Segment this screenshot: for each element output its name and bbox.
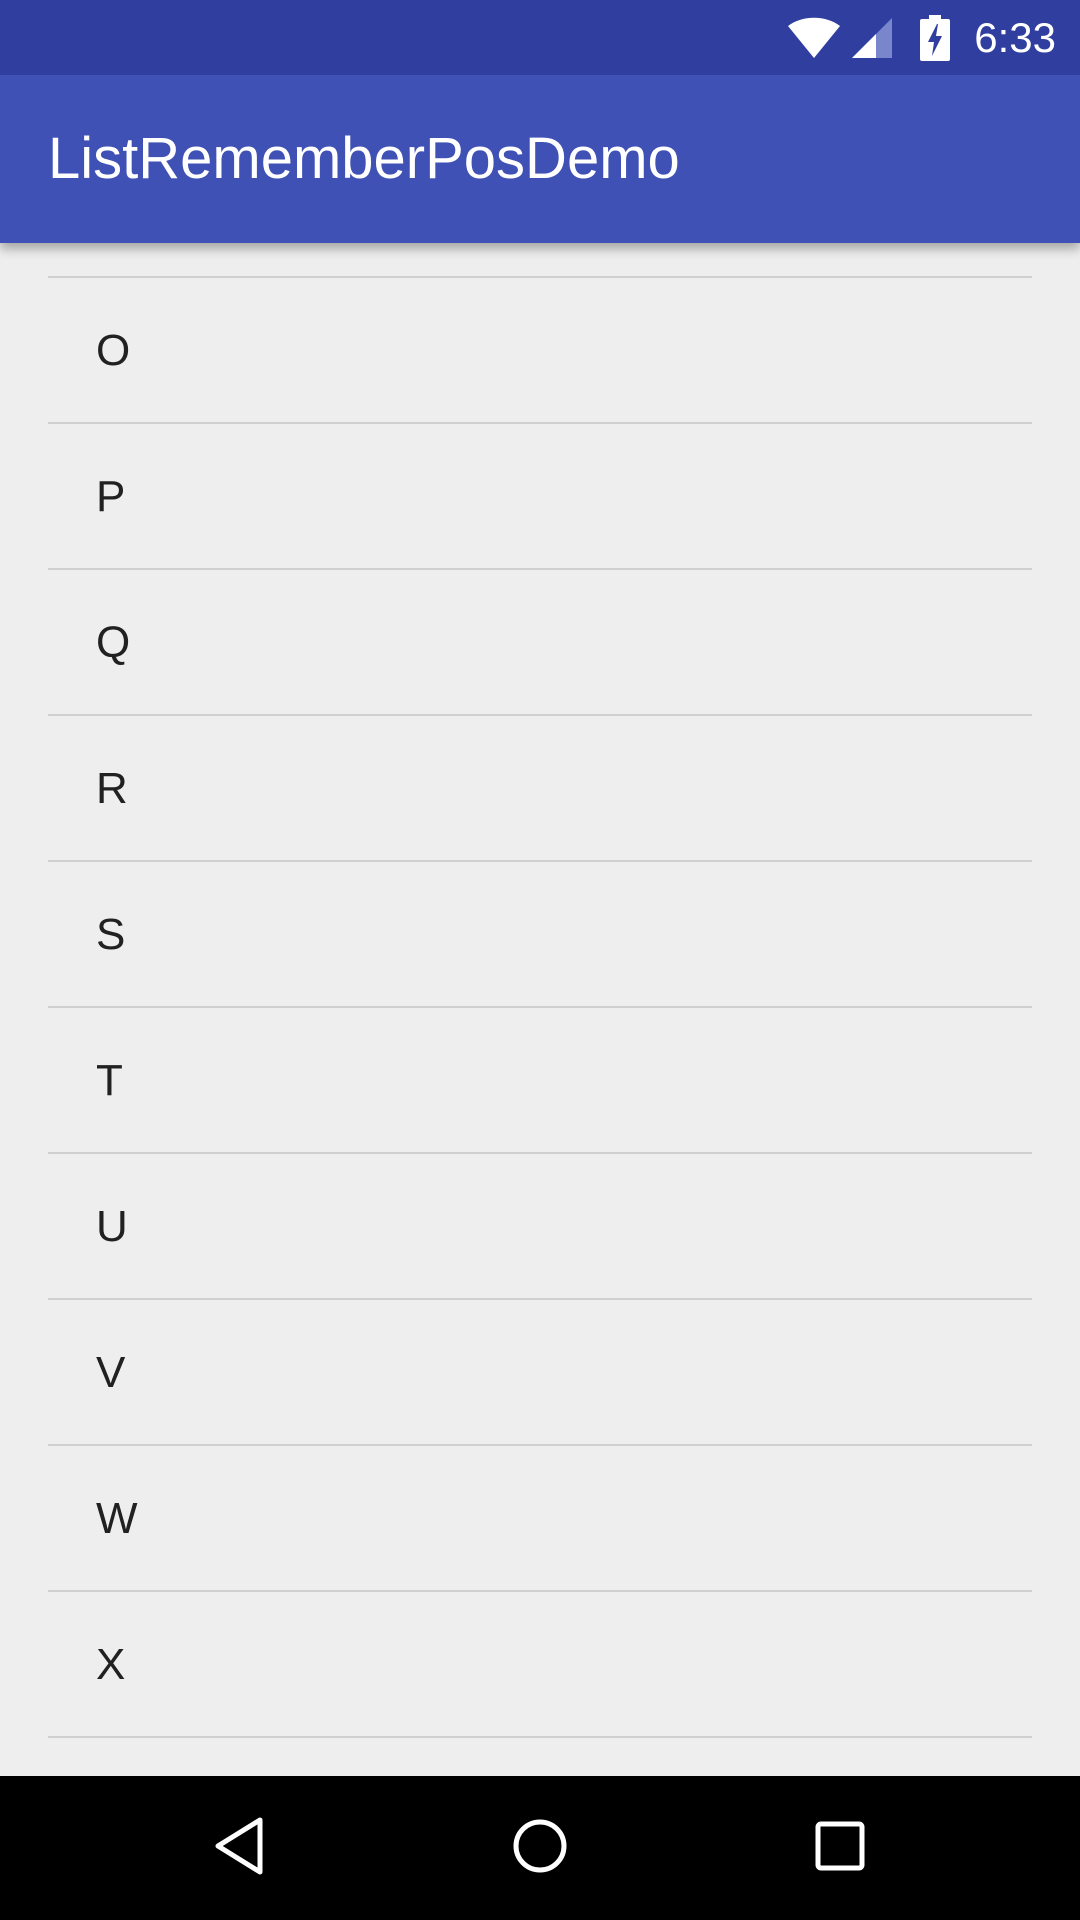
wifi-icon — [786, 16, 842, 60]
back-button[interactable] — [204, 1812, 276, 1884]
navigation-bar — [0, 1776, 1080, 1920]
home-button[interactable] — [504, 1812, 576, 1884]
list-item[interactable]: U — [0, 1154, 1080, 1300]
home-icon — [510, 1816, 570, 1881]
list-item-label: P — [96, 472, 126, 521]
list-view[interactable]: N O P Q R S T — [0, 243, 1080, 1776]
list-item-label: O — [96, 326, 131, 375]
list-item[interactable]: O — [0, 278, 1080, 424]
status-bar: 6:33 — [0, 0, 1080, 75]
status-time: 6:33 — [974, 14, 1056, 61]
list-item-label: U — [96, 1202, 128, 1251]
recents-icon — [814, 1820, 866, 1877]
screen: 6:33 ListRememberPosDemo N O P Q — [0, 0, 1080, 1920]
list-item[interactable]: T — [0, 1008, 1080, 1154]
recents-button[interactable] — [804, 1812, 876, 1884]
status-icons: 6:33 — [786, 0, 1056, 75]
list-item-label: S — [96, 910, 126, 959]
list-item-label: N — [96, 243, 128, 277]
list: N O P Q R S T — [0, 243, 1080, 1738]
list-item[interactable]: V — [0, 1300, 1080, 1446]
list-item[interactable]: S — [0, 862, 1080, 1008]
list-item[interactable]: W — [0, 1446, 1080, 1592]
app-bar: ListRememberPosDemo — [0, 75, 1080, 243]
list-item-label: T — [96, 1056, 123, 1105]
list-divider — [48, 1736, 1032, 1738]
list-item[interactable]: X — [0, 1592, 1080, 1738]
list-item[interactable]: Q — [0, 570, 1080, 716]
list-item[interactable]: R — [0, 716, 1080, 862]
app-title: ListRememberPosDemo — [48, 126, 680, 191]
back-icon — [212, 1816, 268, 1881]
list-item[interactable]: P — [0, 424, 1080, 570]
list-item-label: R — [96, 764, 128, 813]
list-item[interactable]: N — [0, 243, 1080, 278]
list-item-label: X — [96, 1640, 126, 1689]
cell-signal-icon — [850, 16, 894, 60]
list-item-label: W — [96, 1494, 138, 1543]
battery-charging-icon — [920, 14, 951, 61]
list-item-label: Q — [96, 618, 131, 667]
list-item-label: V — [96, 1348, 126, 1397]
